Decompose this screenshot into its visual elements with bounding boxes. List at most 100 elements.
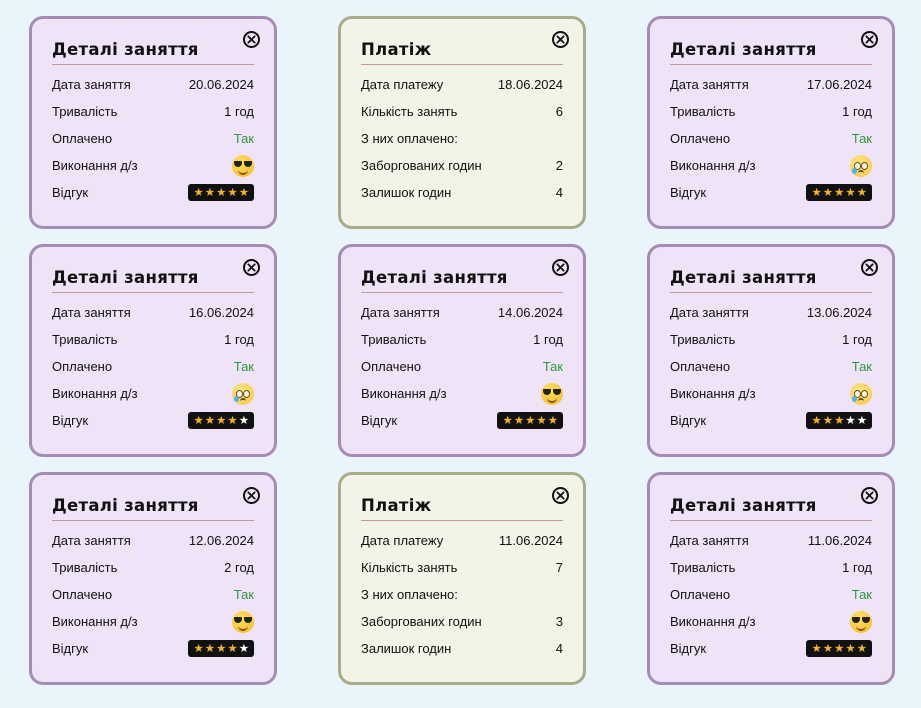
lesson-date-row: Дата заняття 12.06.2024 bbox=[52, 527, 254, 554]
duration-row: Тривалість 1 год bbox=[52, 326, 254, 353]
star-filled-icon: ★ bbox=[525, 412, 536, 427]
lesson-date-row-label: Дата заняття bbox=[670, 305, 749, 320]
remaining-hours-row-value: 4 bbox=[555, 185, 563, 200]
card-title: Деталі заняття bbox=[361, 268, 508, 287]
smile-shape bbox=[238, 169, 248, 175]
lesson-date-row-value: 11.06.2024 bbox=[807, 533, 872, 548]
payment-date-row: Дата платежу 18.06.2024 bbox=[361, 71, 563, 98]
smile-shape bbox=[547, 397, 557, 403]
star-filled-icon: ★ bbox=[513, 412, 525, 427]
lesson-date-row-value: 12.06.2024 bbox=[188, 533, 254, 548]
owed-hours-row-value: 3 bbox=[555, 614, 563, 629]
paid-row-value: Так bbox=[542, 359, 563, 374]
payment-date-row: Дата платежу 11.06.2024 bbox=[361, 527, 563, 554]
duration-row-label: Тривалість bbox=[52, 332, 118, 347]
star-filled-icon: ★ bbox=[536, 412, 547, 427]
duration-row-label: Тривалість bbox=[361, 332, 427, 347]
lesson-card: Деталі заняття Дата заняття 17.06.2024 Трив… bbox=[647, 16, 895, 229]
paid-row: Оплачено Так bbox=[670, 125, 872, 152]
duration-row-value: 1 год bbox=[224, 332, 254, 347]
payment-card: Платіж Дата платежу 11.06.2024 Кількість за… bbox=[338, 472, 586, 685]
sunglasses-shape bbox=[852, 616, 870, 623]
star-filled-icon: ★ bbox=[856, 184, 867, 199]
mouth-shape bbox=[858, 397, 864, 403]
title-divider bbox=[361, 520, 563, 521]
payment-date-row-value: 11.06.2024 bbox=[498, 533, 563, 548]
of-them-paid-row: З них оплачено: bbox=[361, 581, 563, 608]
homework-row: Виконання д/з bbox=[52, 608, 254, 635]
close-icon bbox=[247, 263, 256, 272]
close-button[interactable] bbox=[861, 487, 878, 504]
star-filled-icon: ★ bbox=[547, 412, 558, 427]
rating-stars: ★ ★ ★ ★ ★ bbox=[188, 184, 254, 201]
tear-shape bbox=[852, 167, 857, 174]
rating-stars: ★ ★ ★ ★ ★ bbox=[806, 412, 872, 429]
remaining-hours-row-label: Залишок годин bbox=[361, 185, 452, 200]
lesson-card: Деталі заняття Дата заняття 14.06.2024 Трив… bbox=[338, 244, 586, 457]
paid-row-label: Оплачено bbox=[52, 587, 113, 602]
remaining-hours-row: Залишок годин 4 bbox=[361, 179, 563, 206]
paid-row-value: Так bbox=[233, 131, 254, 146]
star-filled-icon: ★ bbox=[811, 184, 822, 199]
lesson-card: Деталі заняття Дата заняття 20.06.2024 Трив… bbox=[29, 16, 277, 229]
owed-hours-row-label: Заборгованих годин bbox=[361, 614, 482, 629]
duration-row-label: Тривалість bbox=[670, 104, 736, 119]
review-row-label: Відгук bbox=[670, 641, 707, 656]
lesson-date-row-label: Дата заняття bbox=[52, 77, 131, 92]
close-button[interactable] bbox=[552, 259, 569, 276]
star-filled-icon: ★ bbox=[227, 640, 238, 655]
lesson-date-row: Дата заняття 14.06.2024 bbox=[361, 299, 563, 326]
review-row: Відгук ★ ★ ★ ★ ★ bbox=[670, 407, 872, 434]
card-title: Деталі заняття bbox=[670, 496, 817, 515]
lesson-date-row: Дата заняття 20.06.2024 bbox=[52, 71, 254, 98]
lesson-date-row-value: 17.06.2024 bbox=[806, 77, 872, 92]
duration-row-value: 1 год bbox=[842, 560, 872, 575]
close-button[interactable] bbox=[552, 487, 569, 504]
duration-row-label: Тривалість bbox=[52, 560, 118, 575]
duration-row: Тривалість 1 год bbox=[361, 326, 563, 353]
review-row: Відгук ★ ★ ★ ★ ★ bbox=[52, 635, 254, 662]
close-button[interactable] bbox=[861, 31, 878, 48]
star-filled-icon: ★ bbox=[811, 640, 822, 655]
duration-row: Тривалість 1 год bbox=[670, 554, 872, 581]
close-button[interactable] bbox=[243, 259, 260, 276]
payment-card: Платіж Дата платежу 18.06.2024 Кількість за… bbox=[338, 16, 586, 229]
star-empty-icon: ★ bbox=[845, 412, 856, 427]
close-button[interactable] bbox=[861, 259, 878, 276]
close-button[interactable] bbox=[243, 31, 260, 48]
star-filled-icon: ★ bbox=[204, 412, 216, 427]
close-button[interactable] bbox=[552, 31, 569, 48]
duration-row-value: 1 год bbox=[842, 332, 872, 347]
paid-row-value: Так bbox=[851, 131, 872, 146]
title-divider bbox=[670, 64, 872, 65]
lessons-count-row-label: Кількість занять bbox=[361, 560, 458, 575]
duration-row-label: Тривалість bbox=[670, 560, 736, 575]
star-filled-icon: ★ bbox=[193, 412, 204, 427]
lessons-count-row: Кількість занять 7 bbox=[361, 554, 563, 581]
star-filled-icon: ★ bbox=[845, 184, 856, 199]
paid-row-label: Оплачено bbox=[670, 131, 731, 146]
sunglasses-shape bbox=[234, 160, 252, 167]
close-button[interactable] bbox=[243, 487, 260, 504]
face-holding-back-tears-icon bbox=[850, 382, 872, 405]
payment-date-row-label: Дата платежу bbox=[361, 533, 444, 548]
duration-row: Тривалість 1 год bbox=[670, 326, 872, 353]
homework-row: Виконання д/з bbox=[670, 380, 872, 407]
owed-hours-row: Заборгованих годин 3 bbox=[361, 608, 563, 635]
homework-row: Виконання д/з bbox=[52, 152, 254, 179]
paid-row: Оплачено Так bbox=[52, 125, 254, 152]
paid-row: Оплачено Так bbox=[52, 353, 254, 380]
star-filled-icon: ★ bbox=[834, 412, 845, 427]
homework-row: Виконання д/з bbox=[670, 608, 872, 635]
face-holding-back-tears-icon bbox=[232, 382, 254, 405]
review-row: Відгук ★ ★ ★ ★ ★ bbox=[52, 407, 254, 434]
star-filled-icon: ★ bbox=[216, 412, 227, 427]
star-empty-icon: ★ bbox=[856, 412, 867, 427]
rating-stars: ★ ★ ★ ★ ★ bbox=[188, 412, 254, 429]
close-icon bbox=[556, 35, 565, 44]
card-title: Деталі заняття bbox=[670, 268, 817, 287]
duration-row-value: 1 год bbox=[224, 104, 254, 119]
star-filled-icon: ★ bbox=[204, 640, 216, 655]
lessons-count-row-value: 7 bbox=[555, 560, 563, 575]
star-filled-icon: ★ bbox=[845, 640, 856, 655]
